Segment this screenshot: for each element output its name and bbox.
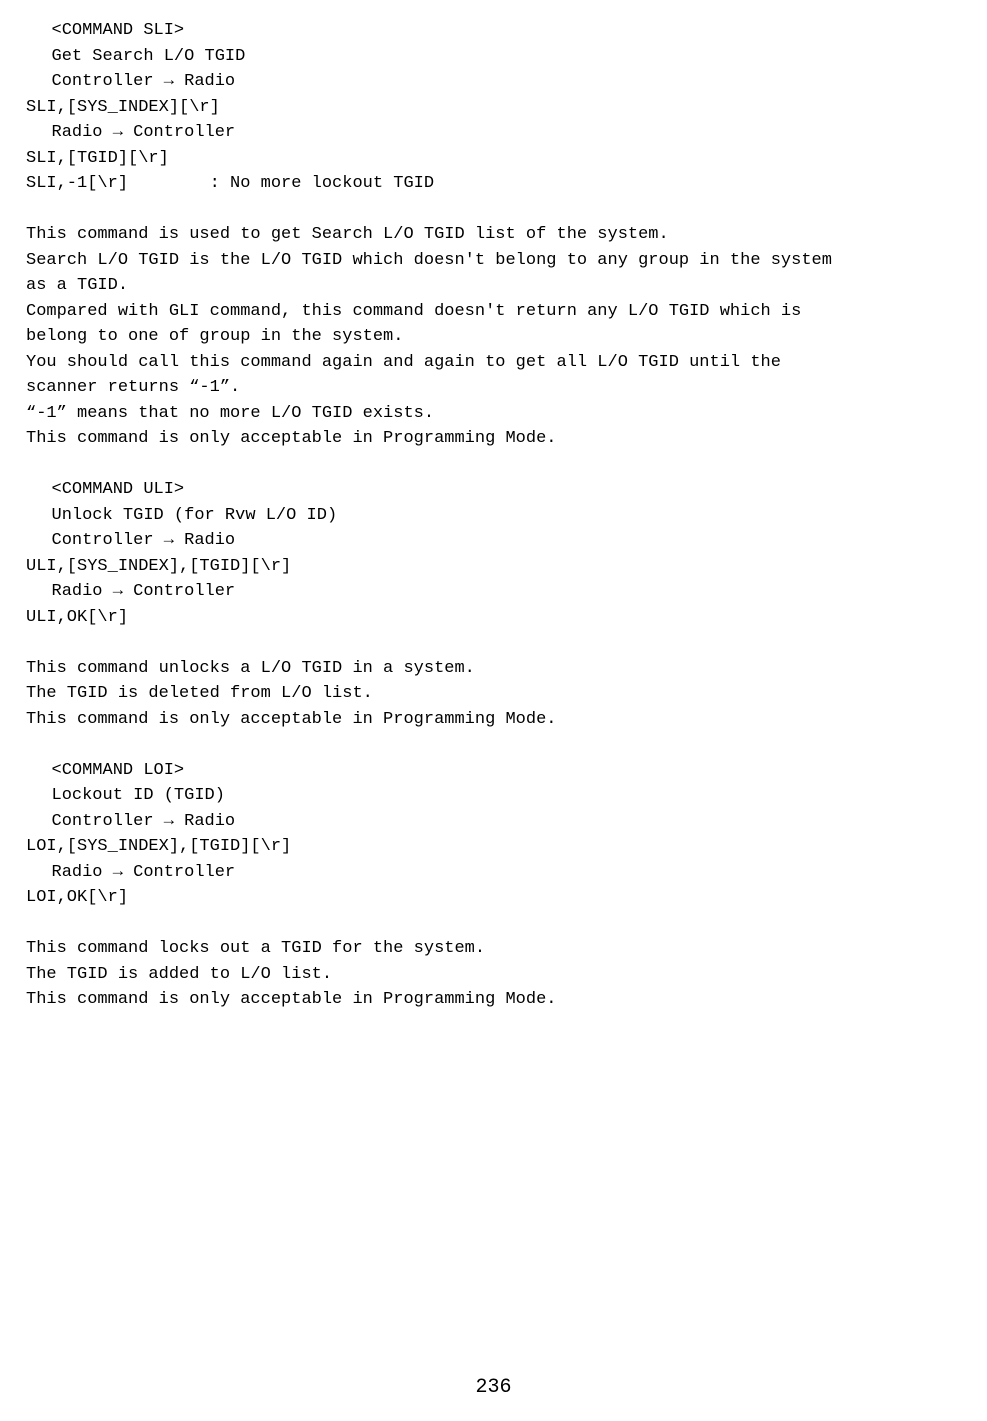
- uli-desc-2: This command is only acceptable in Progr…: [26, 707, 961, 733]
- uli-desc-1: The TGID is deleted from L/O list.: [26, 681, 961, 707]
- sli-controller-radio-label: Controller → Radio: [26, 69, 961, 95]
- sli-command-title: Get Search L/O TGID: [26, 44, 961, 70]
- sli-note-desc: : No more lockout TGID: [210, 171, 434, 197]
- uli-radio-controller-label: Radio → Controller: [26, 579, 961, 605]
- loi-desc-0: This command locks out a TGID for the sy…: [26, 936, 961, 962]
- sli-radio-controller-label: Radio → Controller: [26, 120, 961, 146]
- sli-desc-0: This command is used to get Search L/O T…: [26, 222, 961, 248]
- uli-radio-controller-cmd: ULI,OK[\r]: [26, 605, 961, 631]
- sli-desc-2: as a TGID.: [26, 273, 961, 299]
- sli-note-cmd: SLI,-1[\r]: [26, 171, 210, 197]
- uli-command-title: Unlock TGID (for Rvw L/O ID): [26, 503, 961, 529]
- sli-desc-8: This command is only acceptable in Progr…: [26, 426, 961, 452]
- sli-desc-7: “-1” means that no more L/O TGID exists.: [26, 401, 961, 427]
- sli-command-header: <COMMAND SLI>: [26, 18, 961, 44]
- page-number: 236: [26, 1373, 961, 1403]
- sli-radio-controller-cmd: SLI,[TGID][\r]: [26, 146, 961, 172]
- loi-command-header: <COMMAND LOI>: [26, 758, 961, 784]
- sli-controller-radio-cmd: SLI,[SYS_INDEX][\r]: [26, 95, 961, 121]
- sli-desc-6: scanner returns “-1”.: [26, 375, 961, 401]
- loi-controller-radio-label: Controller → Radio: [26, 809, 961, 835]
- loi-radio-controller-cmd: LOI,OK[\r]: [26, 885, 961, 911]
- loi-desc-1: The TGID is added to L/O list.: [26, 962, 961, 988]
- uli-controller-radio-cmd: ULI,[SYS_INDEX],[TGID][\r]: [26, 554, 961, 580]
- sli-note-line: SLI,-1[\r] : No more lockout TGID: [26, 171, 961, 197]
- loi-controller-radio-cmd: LOI,[SYS_INDEX],[TGID][\r]: [26, 834, 961, 860]
- sli-desc-3: Compared with GLI command, this command …: [26, 299, 961, 325]
- loi-desc-2: This command is only acceptable in Progr…: [26, 987, 961, 1013]
- sli-desc-1: Search L/O TGID is the L/O TGID which do…: [26, 248, 961, 274]
- uli-command-header: <COMMAND ULI>: [26, 477, 961, 503]
- loi-command-title: Lockout ID (TGID): [26, 783, 961, 809]
- uli-controller-radio-label: Controller → Radio: [26, 528, 961, 554]
- sli-desc-4: belong to one of group in the system.: [26, 324, 961, 350]
- loi-radio-controller-label: Radio → Controller: [26, 860, 961, 886]
- uli-desc-0: This command unlocks a L/O TGID in a sys…: [26, 656, 961, 682]
- sli-desc-5: You should call this command again and a…: [26, 350, 961, 376]
